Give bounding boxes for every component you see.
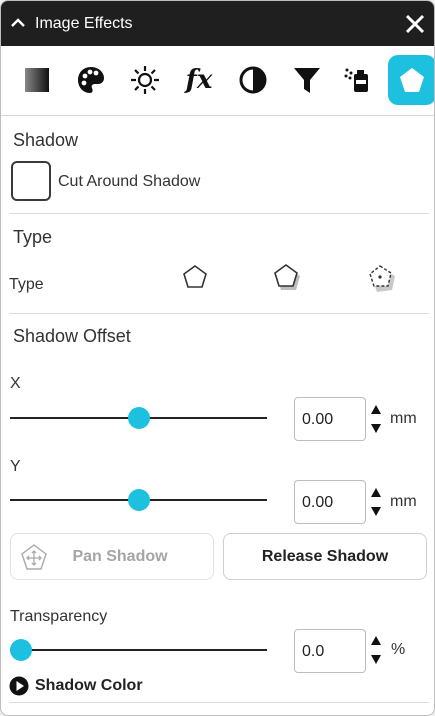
spray-icon [344, 68, 368, 92]
x-offset-unit: mm [390, 410, 417, 427]
x-offset-slider[interactable] [10, 406, 267, 430]
fx-icon: fx [185, 65, 213, 95]
gradient-tool-button[interactable] [14, 57, 60, 103]
perspective-shadow-pentagon-icon[interactable] [361, 259, 401, 299]
transparency-spinner-icon[interactable] [369, 633, 383, 667]
shadow-pentagon-icon [400, 68, 424, 92]
x-label: X [10, 375, 21, 392]
contrast-icon [239, 66, 267, 94]
transparency-slider[interactable] [10, 638, 267, 662]
type-label: Type [9, 276, 44, 293]
gradient-icon [25, 68, 49, 92]
shadow-color-toggle[interactable]: Shadow Color [9, 675, 143, 697]
divider [9, 213, 429, 214]
title-bar: Image Effects [1, 1, 434, 46]
slider-thumb[interactable] [127, 489, 150, 511]
brightness-tool-button[interactable] [122, 57, 168, 103]
image-effects-panel: Image Effects fx Shadow Cut Around Shado… [0, 0, 435, 716]
divider [9, 702, 429, 703]
brightness-icon [131, 66, 159, 94]
y-offset-spinner-icon[interactable] [369, 485, 383, 519]
effects-toolbar: fx [1, 46, 434, 116]
window-title: Image Effects [35, 15, 133, 32]
palette-tool-button[interactable] [68, 57, 114, 103]
release-shadow-button[interactable]: Release Shadow [223, 533, 427, 580]
cut-around-shadow-label: Cut Around Shadow [58, 173, 201, 190]
transparency-label: Transparency [10, 608, 108, 625]
slider-track [10, 649, 267, 651]
expand-arrow-icon [9, 676, 29, 696]
type-heading: Type [13, 227, 53, 247]
y-label: Y [10, 458, 21, 475]
fx-tool-button[interactable]: fx [176, 57, 222, 103]
cut-around-shadow-checkbox[interactable] [11, 161, 51, 201]
transparency-input[interactable]: 0.0 [294, 629, 366, 673]
outline-pentagon-icon[interactable] [175, 259, 215, 299]
x-offset-spinner-icon[interactable] [369, 402, 383, 436]
slider-thumb[interactable] [10, 639, 32, 661]
filled-shadow-pentagon-icon[interactable] [267, 259, 307, 299]
collapse-chevron-icon[interactable] [9, 14, 27, 32]
y-offset-input[interactable]: 0.00 [294, 480, 366, 524]
close-icon[interactable] [403, 12, 427, 36]
y-offset-slider[interactable] [10, 488, 267, 512]
pan-shadow-icon [21, 544, 47, 570]
pan-shadow-button[interactable]: Pan Shadow [10, 533, 214, 580]
shadow-offset-heading: Shadow Offset [13, 326, 131, 346]
slider-thumb[interactable] [127, 407, 150, 429]
contrast-tool-button[interactable] [230, 57, 276, 103]
transparency-unit: % [391, 641, 406, 658]
y-offset-unit: mm [390, 493, 417, 510]
shadow-tool-button[interactable] [388, 55, 434, 105]
filter-tool-button[interactable] [284, 57, 330, 103]
shadow-heading: Shadow [13, 130, 79, 150]
shadow-color-label: Shadow Color [35, 677, 143, 694]
spray-tool-button[interactable] [334, 57, 380, 103]
divider [9, 313, 429, 314]
x-offset-input[interactable]: 0.00 [294, 397, 366, 441]
palette-icon [78, 67, 104, 93]
pan-shadow-label: Pan Shadow [72, 547, 168, 565]
filter-icon [294, 68, 320, 93]
